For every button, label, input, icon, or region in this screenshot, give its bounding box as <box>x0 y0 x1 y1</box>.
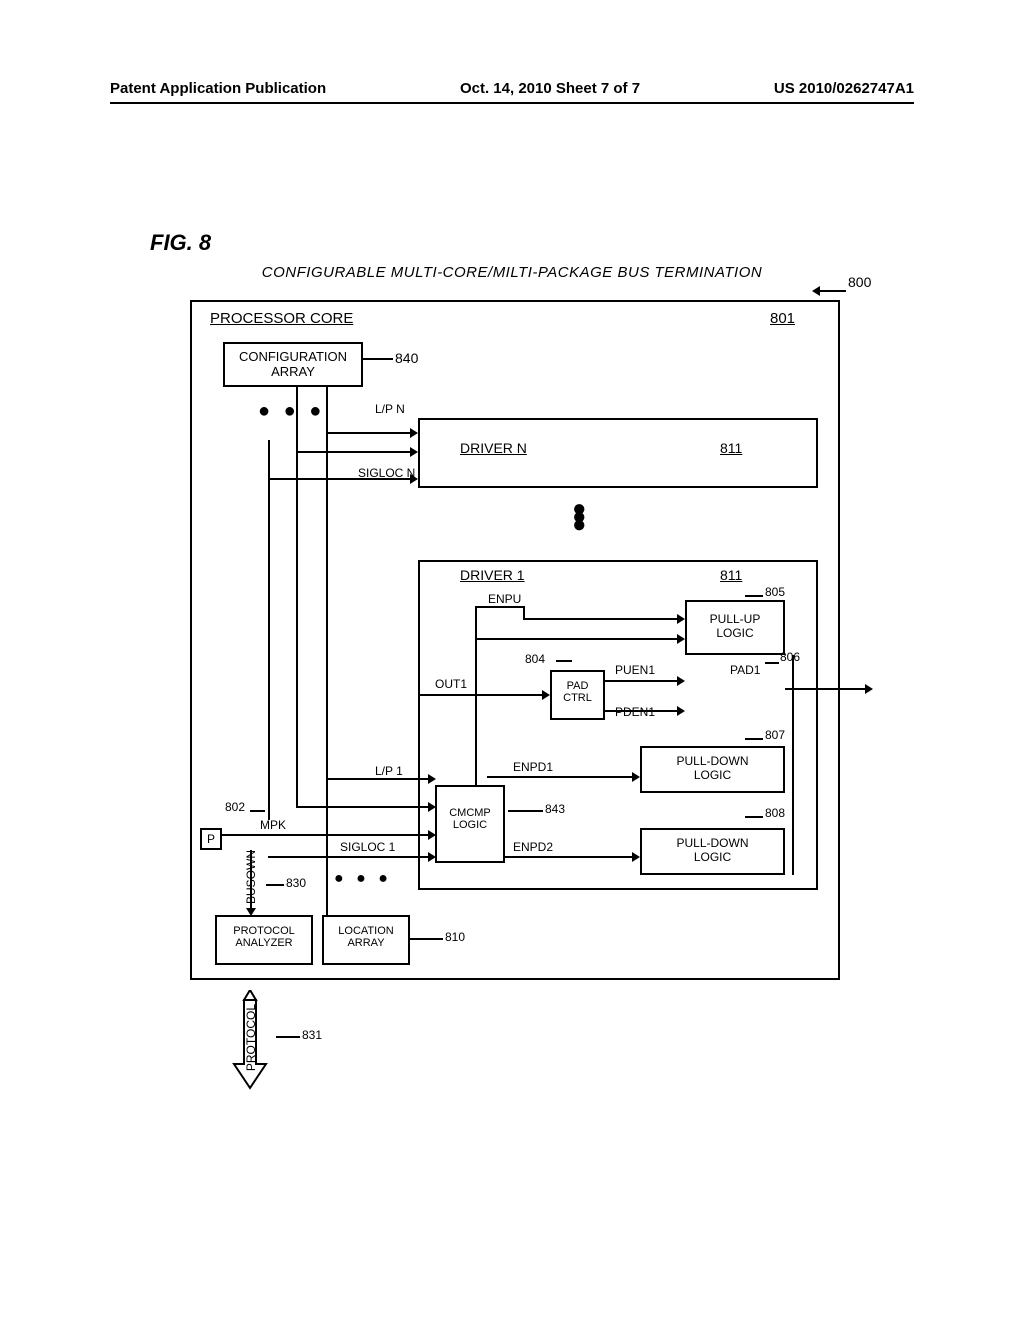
ref-840: 840 <box>395 350 418 366</box>
pulldown-logic-1-box: PULL-DOWN LOGIC <box>640 746 785 793</box>
processor-core-label: PROCESSOR CORE <box>210 310 353 327</box>
ref-807: 807 <box>765 728 785 742</box>
busown-head <box>246 908 256 916</box>
lpn-label: L/P N <box>375 402 405 416</box>
leader-806 <box>765 662 779 664</box>
enpd2-line <box>505 856 632 858</box>
pulldown-logic-2-box: PULL-DOWN LOGIC <box>640 828 785 875</box>
driver-1-label: DRIVER 1 <box>460 567 525 583</box>
pden1-label: PDEN1 <box>615 705 655 719</box>
pden1-line <box>605 710 677 712</box>
protocol-label: PROTOCOL <box>244 1004 258 1071</box>
lp1-head <box>428 774 436 784</box>
ref-806: 806 <box>780 650 800 664</box>
ref-800: 800 <box>848 274 871 290</box>
ellipsis-icon: ● ● ● <box>258 400 325 423</box>
sigloc1-label: SIGLOC 1 <box>340 840 395 854</box>
h-drvn-2-head <box>410 447 418 457</box>
mpk-line <box>222 834 428 836</box>
enpu-h2 <box>523 618 677 620</box>
h-drvn-1 <box>326 432 410 434</box>
header-right: US 2010/0262747A1 <box>774 80 914 97</box>
h-drvn-3 <box>268 478 410 480</box>
protocol-analyzer-box: PROTOCOL ANALYZER <box>215 915 313 965</box>
ellipsis-icon-2: ● ● ● <box>334 870 392 888</box>
enpu-label: ENPU <box>488 592 521 606</box>
pullup-logic-box: PULL-UP LOGIC <box>685 600 785 655</box>
enpu-h1 <box>475 606 523 608</box>
h-drvn-1-head <box>410 428 418 438</box>
bus1-to-cmcmp-head <box>428 802 436 812</box>
configuration-array-box: CONFIGURATION ARRAY <box>223 342 363 387</box>
vertical-ellipsis-icon: ●●● <box>572 505 587 529</box>
bus-v1 <box>296 387 298 807</box>
leader-808 <box>745 816 763 818</box>
p-box: P <box>200 828 222 850</box>
sigloc1-line <box>268 856 428 858</box>
h-drvn-3-head <box>410 474 418 484</box>
out1-head <box>542 690 550 700</box>
leader-800 <box>820 290 846 292</box>
figure-label: FIG. 8 <box>150 230 211 256</box>
ref-808: 808 <box>765 806 785 820</box>
pad-out-head <box>865 684 873 694</box>
enpd1-line <box>487 776 632 778</box>
enpd1-label: ENPD1 <box>513 760 553 774</box>
enpu-head2 <box>677 634 685 644</box>
ref-804: 804 <box>525 652 545 666</box>
ref-801: 801 <box>770 310 795 327</box>
header-left: Patent Application Publication <box>110 80 326 97</box>
lp1-label: L/P 1 <box>375 764 403 778</box>
out1-line <box>418 694 542 696</box>
sigloc1-head <box>428 852 436 862</box>
ref-831: 831 <box>302 1028 322 1042</box>
driver-n-label: DRIVER N <box>460 440 527 456</box>
enpu-v <box>475 606 477 785</box>
mpk-head <box>428 830 436 840</box>
enpd2-label: ENPD2 <box>513 840 553 854</box>
ref-811a: 811 <box>720 440 742 456</box>
leader-810 <box>410 938 443 940</box>
enpd1-head <box>632 772 640 782</box>
ref-843: 843 <box>545 802 565 816</box>
bus1-to-cmcmp <box>296 806 429 808</box>
leader-843 <box>508 810 543 812</box>
puen1-label: PUEN1 <box>615 663 655 677</box>
ref-805: 805 <box>765 585 785 599</box>
location-array-box: LOCATION ARRAY <box>322 915 410 965</box>
pad1-label: PAD1 <box>730 663 760 677</box>
pad-ctrl-box: PAD CTRL <box>550 670 605 720</box>
puen1-head <box>677 676 685 686</box>
mpk-label: MPK <box>260 818 286 832</box>
ref-830: 830 <box>286 876 306 890</box>
lp1-line <box>326 778 428 780</box>
leader-800-head <box>812 286 820 296</box>
out1-label: OUT1 <box>435 677 467 691</box>
pad-v <box>792 655 794 875</box>
enpd2-head <box>632 852 640 862</box>
leader-840 <box>363 358 393 360</box>
leader-831 <box>276 1036 300 1038</box>
leader-804 <box>556 660 572 662</box>
busown-v <box>250 850 252 908</box>
leader-830 <box>266 884 284 886</box>
pad-out-line <box>785 688 865 690</box>
cmcmp-logic-box: CMCMP LOGIC <box>435 785 505 863</box>
leader-805 <box>745 595 763 597</box>
h-drvn-2 <box>296 451 410 453</box>
header-center: Oct. 14, 2010 Sheet 7 of 7 <box>460 80 640 97</box>
ref-811b: 811 <box>720 567 742 583</box>
ref-810: 810 <box>445 930 465 944</box>
leader-807 <box>745 738 763 740</box>
bus-v2 <box>268 440 270 820</box>
leader-802 <box>250 810 265 812</box>
puen1-line <box>605 680 677 682</box>
enpu-head <box>677 614 685 624</box>
pden1-head <box>677 706 685 716</box>
header-rule <box>110 102 914 104</box>
enpu-h3 <box>475 638 677 640</box>
bus-v3 <box>326 387 328 927</box>
ref-802: 802 <box>225 800 245 814</box>
